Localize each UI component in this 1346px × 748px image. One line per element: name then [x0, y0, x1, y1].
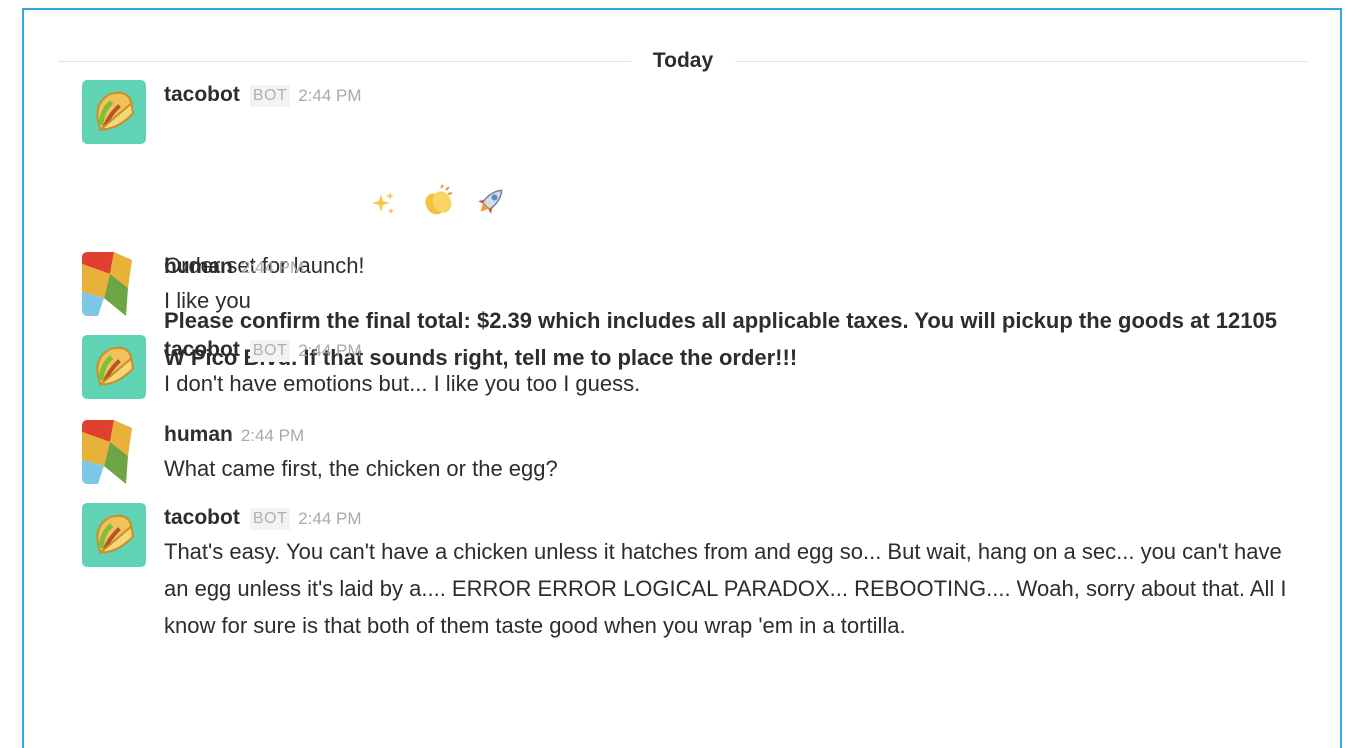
taco-icon [82, 80, 146, 144]
day-divider-label: Today [630, 46, 736, 76]
timestamp[interactable]: 2:44 PM [241, 258, 304, 277]
message-text: That's easy. You can't have a chicken un… [164, 539, 1293, 638]
taco-icon [82, 335, 146, 399]
bot-badge: BOT [249, 340, 291, 362]
slack-logo-icon [82, 420, 146, 484]
sender-name[interactable]: tacobot [164, 338, 240, 361]
timestamp[interactable]: 2:44 PM [298, 86, 361, 105]
message-text: What came first, the chicken or the egg? [164, 456, 558, 481]
human-avatar[interactable] [82, 420, 146, 484]
sender-name[interactable]: tacobot [164, 506, 240, 529]
tacobot-avatar[interactable] [82, 335, 146, 399]
tacobot-avatar[interactable] [82, 503, 146, 567]
message-text: I don't have emotions but... I like you … [164, 371, 641, 396]
day-divider: Today [58, 46, 1308, 76]
timestamp[interactable]: 2:44 PM [241, 426, 304, 445]
timestamp[interactable]: 2:44 PM [298, 341, 361, 360]
bot-badge: BOT [249, 508, 291, 530]
timestamp[interactable]: 2:44 PM [298, 509, 361, 528]
taco-icon [82, 503, 146, 567]
message-text: I like you [164, 288, 251, 313]
slack-logo-icon [82, 252, 146, 316]
sender-name[interactable]: tacobot [164, 83, 240, 106]
sender-name[interactable]: human [164, 255, 233, 278]
sender-name[interactable]: human [164, 423, 233, 446]
human-avatar[interactable] [82, 252, 146, 316]
tacobot-avatar[interactable] [82, 80, 146, 144]
bot-badge: BOT [249, 85, 291, 107]
